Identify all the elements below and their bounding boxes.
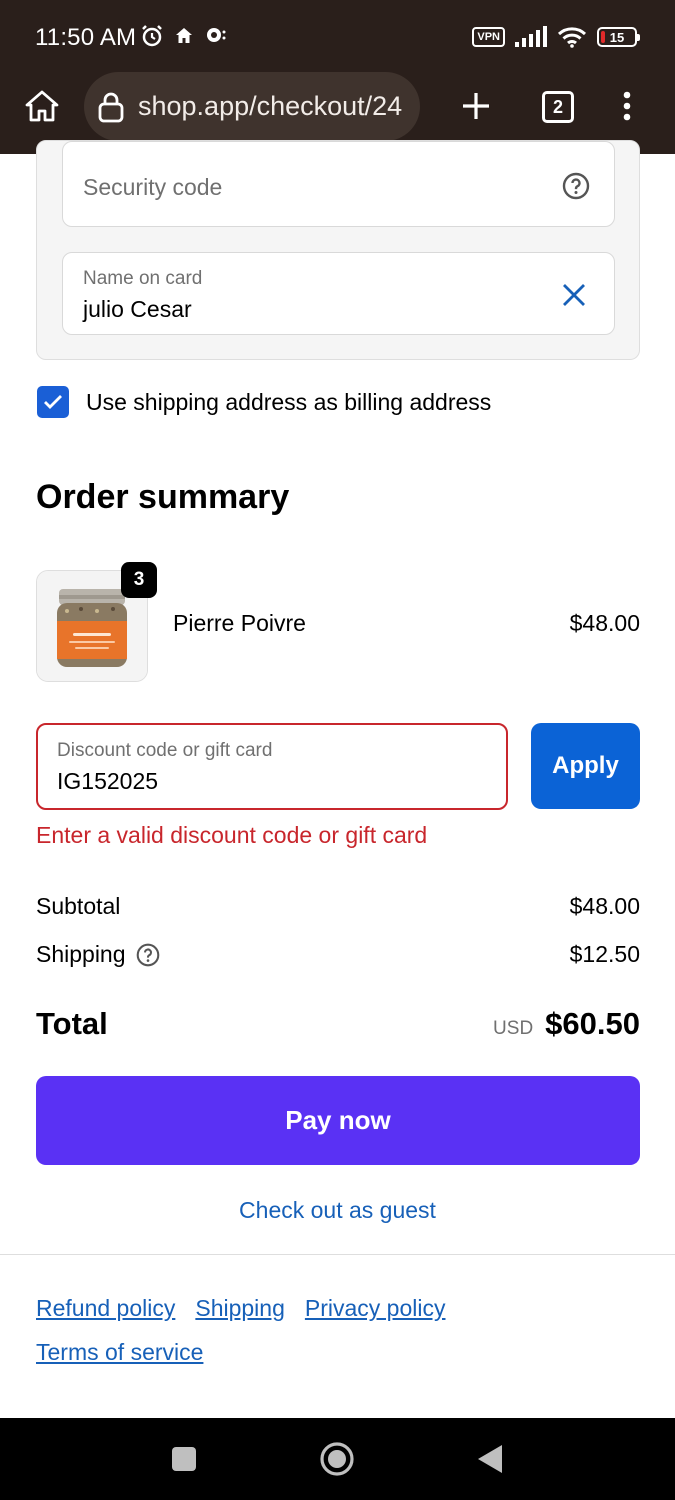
discount-code-value: IG152025 xyxy=(57,768,159,794)
more-vert-icon xyxy=(623,91,631,121)
clear-icon[interactable] xyxy=(560,281,588,309)
name-on-card-value: julio Cesar xyxy=(83,296,192,322)
system-navigation-bar xyxy=(0,1418,675,1500)
recents-button[interactable] xyxy=(172,1447,196,1471)
browser-home-button[interactable] xyxy=(22,86,62,126)
security-code-field[interactable]: Security code xyxy=(62,141,615,227)
status-system-icons: VPN 15 xyxy=(472,26,640,48)
lock-icon xyxy=(96,90,126,124)
footer-divider xyxy=(0,1254,675,1255)
product-price: $48.00 xyxy=(569,610,640,636)
billing-checkbox[interactable] xyxy=(37,386,69,418)
name-on-card-field[interactable]: Name on card julio Cesar xyxy=(62,252,615,335)
subtotal-value: $48.00 xyxy=(569,893,640,919)
policy-links: Refund policy Shipping Privacy policy Terms… xyxy=(36,1295,640,1383)
status-time: 11:50 AM xyxy=(35,24,137,51)
product-name: Pierre Poivre xyxy=(173,610,306,636)
checkmark-icon xyxy=(44,395,62,409)
shipping-help-icon[interactable] xyxy=(136,943,160,967)
address-bar[interactable]: shop.app/checkout/24 xyxy=(84,72,420,141)
alarm-icon xyxy=(142,25,162,47)
apply-discount-button[interactable]: Apply xyxy=(531,723,640,809)
home-nav-icon[interactable] xyxy=(319,1441,355,1477)
shipping-row: Shipping $12.50 xyxy=(36,941,640,968)
shipping-value: $12.50 xyxy=(569,941,640,967)
total-row: Total USD $60.50 xyxy=(36,1006,640,1042)
quantity-badge: 3 xyxy=(121,562,157,598)
status-notification-icons xyxy=(140,24,228,48)
home-status-icon xyxy=(176,28,192,43)
status-bar: 11:50 AM VPN 15 xyxy=(0,0,675,72)
name-on-card-label: Name on card xyxy=(83,268,203,289)
signal-icon xyxy=(515,26,547,47)
discount-code-field[interactable]: Discount code or gift card IG152025 xyxy=(36,723,508,810)
order-summary-title: Order summary xyxy=(36,478,290,516)
shipping-policy-link[interactable]: Shipping xyxy=(195,1295,285,1322)
total-amount: $60.50 xyxy=(545,1006,640,1041)
billing-address-option[interactable]: Use shipping address as billing address xyxy=(37,386,491,418)
help-icon[interactable] xyxy=(562,172,590,200)
refund-policy-link[interactable]: Refund policy xyxy=(36,1295,175,1322)
pay-now-button[interactable]: Pay now xyxy=(36,1076,640,1165)
currency-code: USD xyxy=(493,1018,534,1039)
tab-count: 2 xyxy=(552,96,563,117)
billing-checkbox-label: Use shipping address as billing address xyxy=(86,388,492,415)
battery-level xyxy=(601,31,605,43)
battery-icon: 15 xyxy=(597,27,640,47)
plus-icon xyxy=(463,93,489,119)
privacy-policy-link[interactable]: Privacy policy xyxy=(305,1295,446,1322)
line-item: 3 Pierre Poivre $48.00 xyxy=(36,562,640,682)
discount-code-label: Discount code or gift card xyxy=(57,740,273,761)
browser-menu-button[interactable] xyxy=(612,86,642,126)
security-code-placeholder: Security code xyxy=(83,174,223,200)
home-icon xyxy=(25,90,59,122)
tab-switcher-button[interactable]: 2 xyxy=(542,91,574,123)
total-label: Total xyxy=(36,1006,108,1041)
back-nav-icon[interactable] xyxy=(476,1443,504,1475)
subtotal-row: Subtotal $48.00 xyxy=(36,893,640,920)
url-text: shop.app/checkout/24 xyxy=(138,91,403,121)
card-payment-section: Security code Name on card julio Cesar xyxy=(36,140,640,360)
battery-percent: 15 xyxy=(609,29,625,45)
vpn-badge: VPN xyxy=(472,27,505,47)
subtotal-label: Subtotal xyxy=(36,893,121,919)
new-tab-button[interactable] xyxy=(456,86,496,126)
discount-error-message: Enter a valid discount code or gift card xyxy=(36,822,428,848)
chat-status-icon xyxy=(207,28,226,42)
wifi-icon xyxy=(557,27,587,48)
terms-of-service-link[interactable]: Terms of service xyxy=(36,1339,203,1366)
guest-checkout-link[interactable]: Check out as guest xyxy=(0,1197,675,1224)
shipping-label: Shipping xyxy=(36,941,126,967)
